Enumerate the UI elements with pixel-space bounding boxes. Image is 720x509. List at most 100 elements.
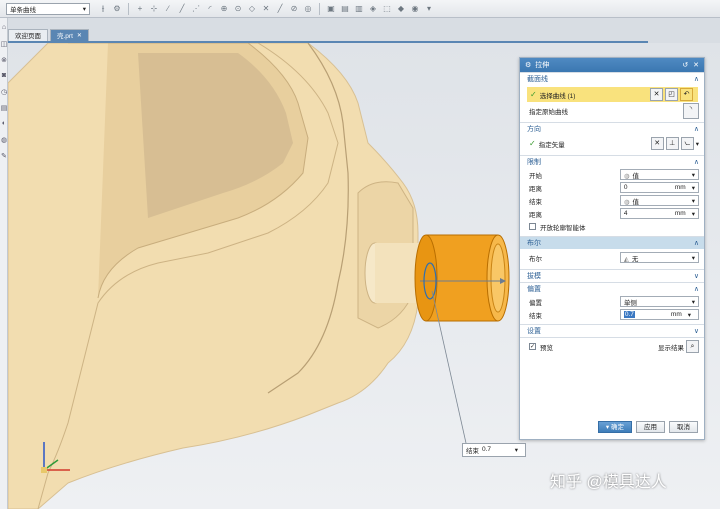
offset-type-dropdown[interactable]: 单侧 ▾ xyxy=(619,296,699,307)
end-distance-row: 距离 4 mm ▾ xyxy=(520,207,704,220)
render-style-icon[interactable]: ◆ xyxy=(396,4,406,14)
offset-label: 偏置 xyxy=(529,299,542,307)
vector-dialog-icon[interactable]: ⊥ xyxy=(665,137,679,150)
view-fit-icon[interactable]: ▣ xyxy=(326,4,336,14)
ok-button[interactable]: ▾ 确定 xyxy=(597,421,632,433)
extrude-start-face xyxy=(414,234,438,322)
preview-row: ✓ 预览 显示结果 ⌕ xyxy=(520,337,704,355)
reset-icon[interactable]: ↺ xyxy=(682,61,688,69)
preview-checkbox[interactable]: ✓ xyxy=(529,343,536,350)
chevron-down-icon: ▾ xyxy=(691,298,695,306)
curve-point-icon[interactable]: ⊘ xyxy=(289,4,299,14)
end-type-dropdown[interactable]: ◍ 值 ▾ xyxy=(619,195,699,206)
magnifier-icon[interactable]: ⌕ xyxy=(686,340,699,353)
close-icon[interactable]: ✕ xyxy=(693,61,699,69)
cancel-button[interactable]: 取消 xyxy=(669,421,698,433)
select-curve-row[interactable]: ✓ 选择曲线 (1) ✕ ◰ ↶ xyxy=(527,87,698,102)
view-zoom-icon[interactable]: ▤ xyxy=(340,4,350,14)
roles-icon[interactable]: ▤ xyxy=(0,104,8,114)
boolean-row: 布尔 ◭ 无 ▾ xyxy=(520,249,704,266)
history-icon[interactable]: ◷ xyxy=(0,88,8,98)
ok-label: 确定 xyxy=(611,424,624,431)
section-curve-header[interactable]: 截面线 ∧ xyxy=(520,72,704,85)
sketch-section-icon[interactable]: ◰ xyxy=(665,88,678,101)
offset-type-row: 偏置 单侧 ▾ xyxy=(520,295,704,308)
watermark: 知乎 @模具达人 xyxy=(550,474,667,491)
dialog-title-bar: ⚙ 拉伸 ↺ ✕ xyxy=(520,58,704,72)
chevron-up-icon: ∧ xyxy=(693,286,699,293)
gear-icon: ⚙ xyxy=(525,62,532,69)
boolean-header[interactable]: 布尔 ∧ xyxy=(520,236,704,249)
center-icon[interactable]: ⊙ xyxy=(233,4,243,14)
line-icon[interactable]: ╱ xyxy=(177,4,187,14)
start-type-value: 值 xyxy=(632,172,640,180)
deselect-icon[interactable]: ✕ xyxy=(650,88,663,101)
on-graphic-value-field[interactable]: 0.7 ▾ xyxy=(482,446,518,454)
specify-origin-curve-row[interactable]: 指定原始曲线 ◝ xyxy=(520,102,704,119)
direction-header[interactable]: 方向 ∧ xyxy=(520,122,704,135)
palette-icon[interactable]: ◐ xyxy=(0,120,8,130)
view-orient-icon[interactable]: ⬚ xyxy=(382,4,392,14)
end-point-icon[interactable]: ⊹ xyxy=(149,4,159,14)
circle-icon[interactable]: ⊕ xyxy=(219,4,229,14)
existing-point-icon[interactable]: ╱ xyxy=(275,4,285,14)
web-browser-icon[interactable]: ◍ xyxy=(0,136,8,146)
unit-label: mm xyxy=(674,210,686,217)
start-distance-input[interactable]: 0 mm ▾ xyxy=(619,182,699,193)
curve-rule-icon[interactable]: ⫲ xyxy=(98,4,108,14)
snap-icon[interactable]: ⚙ xyxy=(112,4,122,14)
reuse-library-icon[interactable]: ◙ xyxy=(0,72,8,82)
offset-end-input[interactable]: 0.7 mm ▾ xyxy=(619,309,699,320)
chevron-down-icon: ▾ xyxy=(82,5,86,13)
quadrant-icon[interactable]: ◇ xyxy=(247,4,257,14)
mid-point-icon[interactable]: ∕ xyxy=(163,4,173,14)
specify-vector-row[interactable]: ✓ 指定矢量 ✕ ⊥ ⦦ ▾ xyxy=(520,135,704,152)
sketch-icon[interactable]: ✎ xyxy=(0,152,8,162)
offset-type-value: 单侧 xyxy=(623,299,637,307)
section-title: 偏置 xyxy=(527,286,541,293)
arc-icon[interactable]: ◜ xyxy=(205,4,215,14)
chevron-down-icon: ∨ xyxy=(693,328,699,335)
more-icon[interactable]: ▾ xyxy=(424,4,434,14)
view-rotate-icon[interactable]: ▥ xyxy=(354,4,364,14)
end-distance-input[interactable]: 4 mm ▾ xyxy=(619,208,699,219)
chevron-down-icon: ▾ xyxy=(691,197,695,205)
draft-header[interactable]: 拔模 ∨ xyxy=(520,269,704,282)
dialog-title: 拉伸 xyxy=(535,62,550,69)
offset-header[interactable]: 偏置 ∧ xyxy=(520,282,704,295)
apply-button[interactable]: 应用 xyxy=(636,421,665,433)
vector-type-icon[interactable]: ⦦ xyxy=(680,137,694,150)
chevron-up-icon: ∧ xyxy=(693,240,699,247)
limits-header[interactable]: 限制 ∧ xyxy=(520,155,704,168)
chevron-down-icon[interactable]: ▾ xyxy=(696,140,699,148)
on-graphic-value: 0.7 xyxy=(482,446,492,453)
offset-end-row: 结束 0.7 mm ▾ xyxy=(520,308,704,321)
open-profile-checkbox[interactable] xyxy=(529,223,536,230)
boolean-none-icon: ◭ xyxy=(623,255,629,263)
offset-end-label: 结束 xyxy=(529,312,542,320)
reverse-direction-icon[interactable]: ✕ xyxy=(650,137,664,150)
check-icon: ✓ xyxy=(530,90,537,99)
assembly-navigator-icon[interactable]: ◫ xyxy=(0,40,8,50)
open-profile-row[interactable]: 开放轮廓智能体 xyxy=(520,220,704,233)
intersection-icon[interactable]: ✕ xyxy=(261,4,271,14)
settings-header[interactable]: 设置 ∨ xyxy=(520,324,704,337)
curve-icon[interactable]: ↶ xyxy=(680,88,693,101)
dialog-footer: ▾ 确定 应用 取消 xyxy=(594,421,698,433)
boolean-dropdown[interactable]: ◭ 无 ▾ xyxy=(619,252,699,263)
chevron-down-icon: ▾ xyxy=(691,171,695,179)
origin-curve-icon[interactable]: ◝ xyxy=(683,102,699,119)
selection-filter-value: 单条曲线 xyxy=(10,6,36,14)
constraint-navigator-icon[interactable]: ⊗ xyxy=(0,56,8,66)
face-point-icon[interactable]: ◎ xyxy=(303,4,313,14)
part-navigator-icon[interactable]: ⌂ xyxy=(0,24,8,34)
point-icon[interactable]: + xyxy=(135,4,145,14)
view-shaded-icon[interactable]: ◈ xyxy=(368,4,378,14)
start-type-dropdown[interactable]: ◍ 值 ▾ xyxy=(619,169,699,180)
selection-filter-dropdown[interactable]: 单条曲线 ▾ xyxy=(6,2,90,15)
tangent-icon[interactable]: ⋰ xyxy=(191,4,201,14)
on-graphic-end-input[interactable]: 结束 0.7 ▾ xyxy=(462,443,526,457)
layer-icon[interactable]: ◉ xyxy=(410,4,420,14)
select-curve-label: 选择曲线 (1) xyxy=(539,92,576,100)
value-icon: ◍ xyxy=(623,198,630,206)
